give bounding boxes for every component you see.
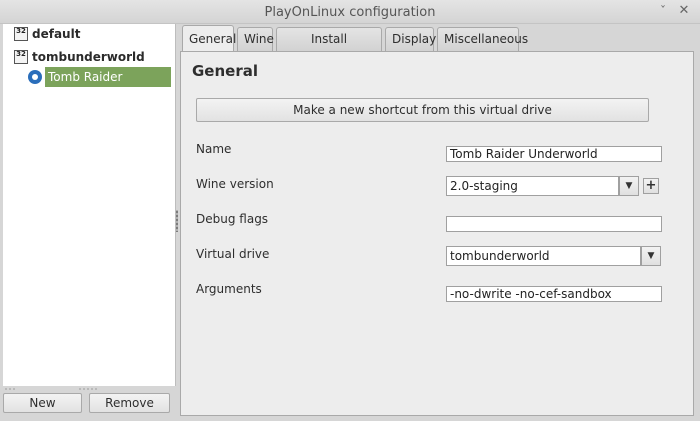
tree-item-default[interactable]: 32 default [3,24,173,44]
name-label: Name [196,142,232,156]
arguments-field[interactable]: -no-dwrite -no-cef-sandbox [446,286,662,302]
tab-display[interactable]: Display [385,27,436,51]
remove-button[interactable]: Remove [89,393,170,413]
steam-icon [28,70,42,84]
tree-item-label: default [32,27,81,41]
tree-selected-label: Tomb Raider Underworld [45,67,171,104]
title-bar: PlayOnLinux configuration ˇ ✕ [0,0,700,24]
tree-item-tomb-raider-underworld[interactable]: Tomb Raider Underworld [28,67,171,104]
debug-flags-label: Debug flags [196,212,269,226]
minimize-icon[interactable]: ˇ [655,3,671,19]
chevron-down-icon[interactable]: ▼ [619,176,639,196]
wine-version-select[interactable]: 2.0-staging [446,176,619,196]
name-field[interactable]: Tomb Raider Underworld [446,146,662,162]
close-icon[interactable]: ✕ [676,3,692,19]
debug-flags-field[interactable] [446,216,662,232]
virtual-drive-label: Virtual drive [196,247,270,261]
32bit-icon: 32 [14,50,28,64]
tab-wine[interactable]: Wine [237,27,274,51]
window-title: PlayOnLinux configuration [264,5,436,20]
tab-miscellaneous[interactable]: Miscellaneous [437,27,528,51]
grip-dots [78,388,98,390]
panel-splitter[interactable] [176,210,178,232]
arguments-label: Arguments [196,282,262,296]
wine-version-label: Wine version [196,177,274,191]
tree-item-tombunderworld[interactable]: 32 tombunderworld [3,47,173,67]
virtual-drive-select[interactable]: tombunderworld [446,246,641,266]
32bit-icon: 32 [14,27,28,41]
add-wine-version-icon[interactable]: + [643,178,659,194]
tab-install-components[interactable]: Install components [276,27,382,68]
page-title: General [192,62,258,80]
tab-general[interactable]: General [182,25,236,52]
chevron-down-icon[interactable]: ▼ [641,246,661,266]
config-window: PlayOnLinux configuration ˇ ✕ 32 default… [0,0,700,421]
grip-dots [4,388,16,390]
tree-item-label: tombunderworld [32,50,145,64]
prefix-tree: 32 default 32 tombunderworld Tomb Raider… [3,24,176,386]
general-panel: General Make a new shortcut from this vi… [180,51,694,416]
new-button[interactable]: New [3,393,82,413]
make-shortcut-button[interactable]: Make a new shortcut from this virtual dr… [196,98,649,122]
